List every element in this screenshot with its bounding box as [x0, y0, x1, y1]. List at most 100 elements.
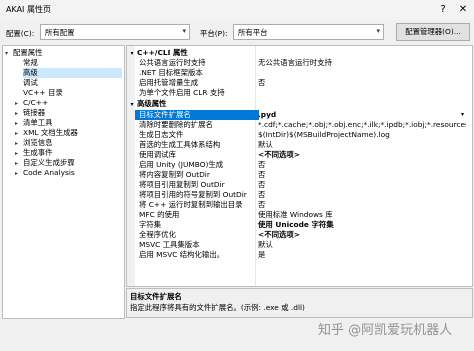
property-row[interactable]: .NET 目标框架版本 [127, 68, 472, 78]
category-label: 高级属性 [137, 99, 167, 108]
tree-item-label: 链接器 [23, 108, 46, 117]
tree-item-advanced[interactable]: 高级 [23, 68, 122, 78]
property-name: 为单个文件启用 CLR 支持 [139, 88, 225, 97]
chevron-down-icon: ▾ [376, 27, 380, 35]
property-name: 将项目引用复制到 OutDir [139, 180, 225, 189]
property-value[interactable]: 否 [258, 160, 466, 170]
help-button[interactable]: ? [435, 2, 451, 18]
description-panel: 目标文件扩展名 指定此程序将具有的文件扩展名。(示例: .exe 或 .dll) [126, 288, 473, 318]
category-cpp-cli[interactable]: ▾ C++/CLI 属性 [127, 48, 472, 58]
chevron-right-icon[interactable]: ▸ [15, 169, 23, 179]
config-value: 所有配置 [45, 28, 75, 37]
tree-item-label: Code Analysis [23, 168, 75, 177]
property-tree: ▾ 配置属性 常规 高级 调试 VC++ 目录 ▸ C/C++ ▸ 链接器 ▸ 清单工具… [2, 45, 125, 319]
property-name: 将 C++ 运行时复制到输出目录 [139, 200, 243, 209]
tree-item-config-properties[interactable]: ▾ 配置属性 [5, 48, 43, 58]
tree-item-label: VC++ 目录 [23, 88, 63, 97]
property-row[interactable]: 生成日志文件 $(IntDir)$(MSBuildProjectName).log [127, 130, 472, 140]
tree-item-cpp[interactable]: ▸ C/C++ [15, 98, 48, 108]
watermark: 知乎 @阿凯爱玩机器人 [318, 323, 453, 338]
tree-item-label: 配置属性 [13, 48, 43, 57]
property-name: 启用 Unity (JUMBO)生成 [139, 160, 224, 169]
platform-dropdown[interactable]: 所有平台 ▾ [233, 24, 384, 40]
tree-item-label: 自定义生成步骤 [23, 158, 75, 167]
tree-item-label: 清单工具 [23, 118, 53, 127]
tree-item-manifest-tool[interactable]: ▸ 清单工具 [15, 118, 53, 128]
tree-item-browse-info[interactable]: ▸ 浏览信息 [15, 138, 53, 148]
property-value[interactable]: 否 [258, 190, 466, 200]
property-name: MFC 的使用 [139, 210, 180, 219]
config-label: 配置(C): [6, 29, 35, 38]
tree-item-debugging[interactable]: 调试 [23, 78, 38, 88]
property-row[interactable]: MSVC 工具集版本 默认 [127, 240, 472, 250]
tree-item-label: 高级 [23, 68, 38, 77]
property-name: 公共语言运行时支持 [139, 58, 206, 67]
tree-item-linker[interactable]: ▸ 链接器 [15, 108, 45, 118]
category-advanced[interactable]: ▾ 高级属性 [127, 99, 472, 109]
property-value[interactable]: 默认 [258, 140, 466, 150]
tree-item-label: 浏览信息 [23, 138, 53, 147]
property-name: .NET 目标框架版本 [139, 68, 203, 77]
title-bar: AKAI 属性页 ? ✕ [0, 0, 474, 20]
property-row[interactable]: 将项目引用复制到 OutDir 否 [127, 180, 472, 190]
tree-item-vc-directories[interactable]: VC++ 目录 [23, 88, 63, 98]
property-row[interactable]: 字符集 使用 Unicode 字符集 [127, 220, 472, 230]
property-name: 启用托管增量生成 [139, 78, 199, 87]
property-value[interactable]: $(IntDir)$(MSBuildProjectName).log [258, 130, 466, 140]
tree-item-general[interactable]: 常规 [23, 58, 38, 68]
tree-item-label: 常规 [23, 58, 38, 67]
property-value[interactable]: *.cdf;*.cache;*.obj;*.obj.enc;*.ilk;*.ip… [258, 120, 466, 130]
chevron-down-icon[interactable]: ▾ [461, 110, 469, 120]
property-row[interactable]: 启用托管增量生成 否 [127, 78, 472, 88]
property-name: 全程序优化 [139, 230, 176, 239]
tree-item-label: 调试 [23, 78, 38, 87]
category-label: C++/CLI 属性 [137, 48, 188, 57]
property-value[interactable]: 是 [258, 250, 466, 260]
property-grid: ▾ C++/CLI 属性 公共语言运行时支持 无公共语言运行时支持 .NET 目标框… [126, 45, 473, 287]
property-value[interactable]: 否 [258, 78, 466, 88]
description-title: 目标文件扩展名 [130, 292, 182, 301]
property-row-target-extension[interactable]: 目标文件扩展名 .pyd ▾ [127, 110, 472, 120]
property-row[interactable]: 清除时要删除的扩展名 *.cdf;*.cache;*.obj;*.obj.enc;… [127, 120, 472, 130]
tree-item-label: C/C++ [23, 98, 49, 107]
property-value[interactable]: 默认 [258, 240, 466, 250]
property-row[interactable]: 将 C++ 运行时复制到输出目录 否 [127, 200, 472, 210]
tree-item-label: 生成事件 [23, 148, 53, 157]
property-value[interactable]: 否 [258, 200, 466, 210]
property-row[interactable]: 启用 MSVC 结构化输出。 是 [127, 250, 472, 260]
property-value[interactable]: 无公共语言运行时支持 [258, 58, 466, 68]
configuration-manager-button[interactable]: 配置管理器(O)... [396, 23, 470, 41]
window-title: AKAI 属性页 [6, 5, 51, 14]
tree-item-custom-build[interactable]: ▸ 自定义生成步骤 [15, 158, 75, 168]
property-row[interactable]: MFC 的使用 使用标准 Windows 库 [127, 210, 472, 220]
config-dropdown[interactable]: 所有配置 ▾ [40, 24, 190, 40]
tree-item-build-events[interactable]: ▸ 生成事件 [15, 148, 53, 158]
chevron-down-icon: ▾ [5, 50, 9, 57]
tree-item-code-analysis[interactable]: ▸ Code Analysis [15, 168, 75, 178]
property-row[interactable]: 全程序优化 <不同选项> [127, 230, 472, 240]
property-name: 清除时要删除的扩展名 [139, 120, 213, 129]
property-row[interactable]: 为单个文件启用 CLR 支持 [127, 88, 472, 98]
property-name: 首选的生成工具体系结构 [139, 140, 221, 149]
property-name: 将内容复制到 OutDir [139, 170, 210, 179]
property-name: 目标文件扩展名 [135, 110, 259, 120]
property-value[interactable]: 否 [258, 170, 466, 180]
property-value[interactable]: 使用 Unicode 字符集 [258, 220, 466, 230]
property-row[interactable]: 使用调试库 <不同选项> [127, 150, 472, 160]
chevron-down-icon[interactable]: ▾ [127, 100, 137, 110]
property-row[interactable]: 将内容复制到 OutDir 否 [127, 170, 472, 180]
property-name: 将项目引用的符号复制到 OutDir [139, 190, 247, 199]
property-row[interactable]: 将项目引用的符号复制到 OutDir 否 [127, 190, 472, 200]
description-text: 指定此程序将具有的文件扩展名。(示例: .exe 或 .dll) [130, 303, 305, 312]
property-value[interactable]: <不同选项> [258, 150, 466, 160]
tree-item-xml-doc[interactable]: ▸ XML 文档生成器 [15, 128, 78, 138]
property-value[interactable]: 否 [258, 180, 466, 190]
property-row[interactable]: 启用 Unity (JUMBO)生成 否 [127, 160, 472, 170]
property-row[interactable]: 公共语言运行时支持 无公共语言运行时支持 [127, 58, 472, 68]
property-value[interactable]: <不同选项> [258, 230, 466, 240]
property-value[interactable]: 使用标准 Windows 库 [258, 210, 466, 220]
close-button[interactable]: ✕ [455, 2, 471, 18]
property-name: 字符集 [139, 220, 162, 229]
target-extension-input[interactable]: .pyd [258, 110, 453, 120]
property-row[interactable]: 首选的生成工具体系结构 默认 [127, 140, 472, 150]
